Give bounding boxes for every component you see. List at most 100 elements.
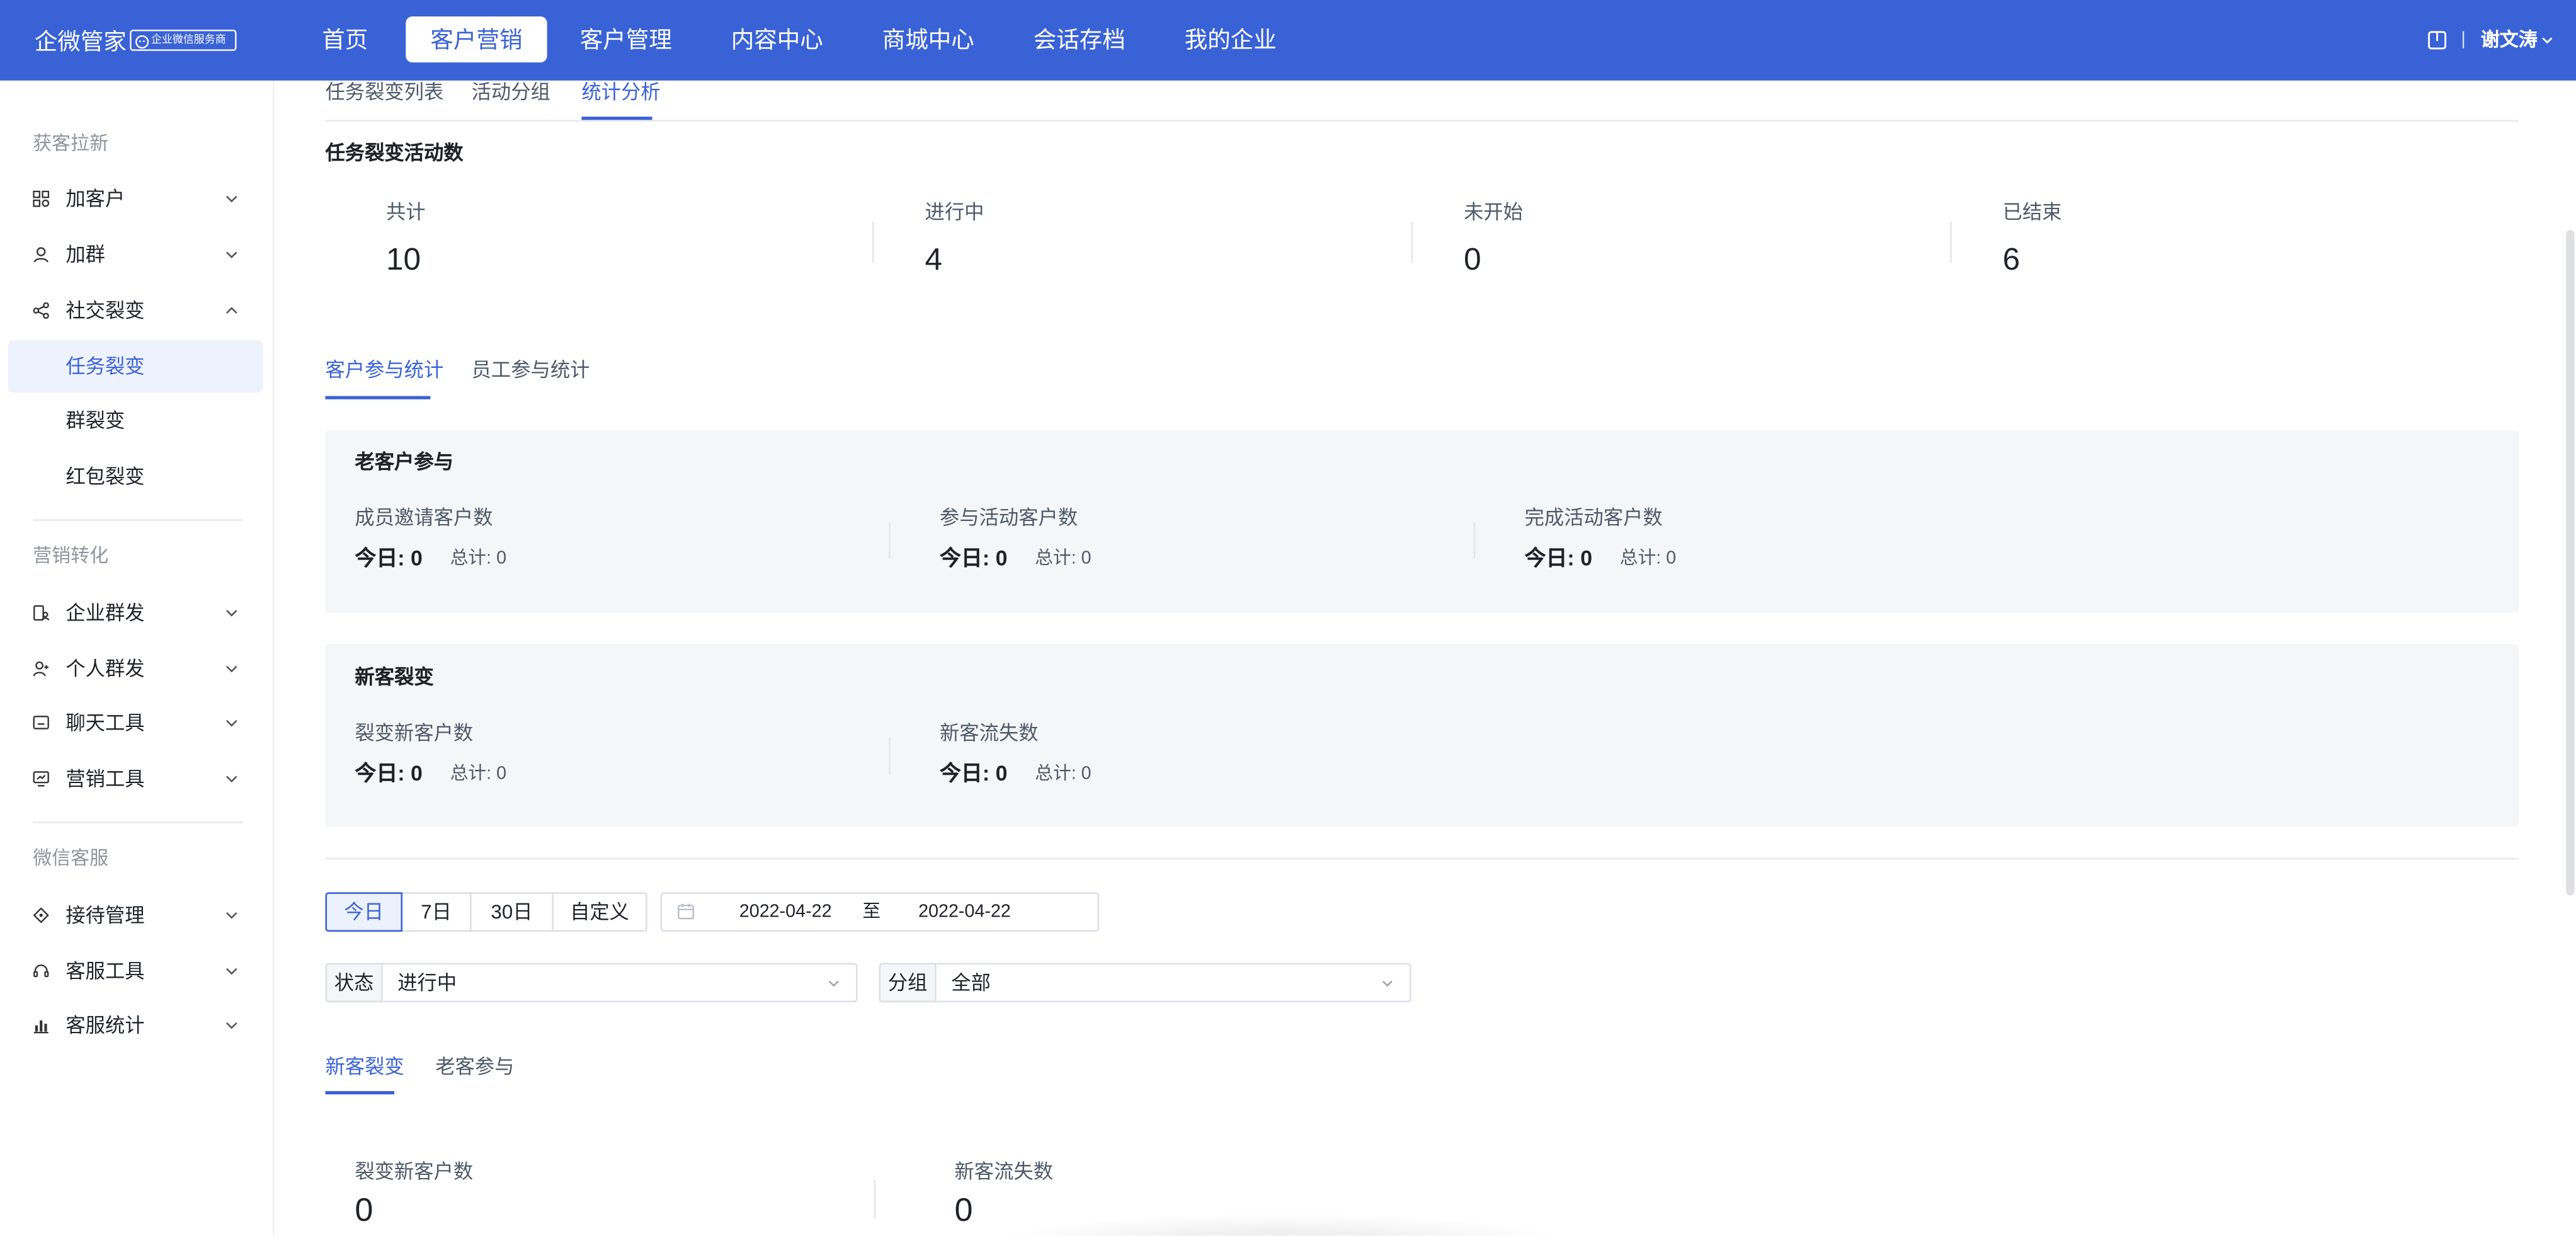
detail-stat-label: 新客流失数: [954, 1160, 1054, 1184]
sidebar-item-marketing-tools[interactable]: 营销工具: [8, 753, 263, 805]
metric-total: 总计: 0: [1035, 549, 1091, 569]
metric-total: 总计: 0: [450, 764, 507, 784]
chevron-up-icon: [226, 307, 237, 314]
detail-stat-divider: [874, 1179, 876, 1220]
user-separator: |: [2461, 29, 2466, 50]
chat-tool-icon: [33, 716, 49, 730]
nav-home[interactable]: 首页: [305, 16, 384, 62]
metric-today: 今日: 0: [355, 760, 423, 786]
nav-my-enterprise[interactable]: 我的企业: [1160, 16, 1301, 62]
status-select-value: 进行中: [397, 971, 457, 995]
status-select[interactable]: 进行中: [382, 963, 858, 1003]
tab-customer-participation[interactable]: 客户参与统计: [325, 357, 443, 383]
top-navbar: 企微管家 企业微信服务商 首页 客户营销 客户管理 内容中心 商城中心 会话存档…: [0, 0, 2576, 81]
sidebar-item-label: 聊天工具: [66, 711, 145, 735]
headset-icon: [33, 964, 49, 978]
user-name[interactable]: 谢文涛: [2481, 28, 2538, 54]
badge-text: 企业微信服务商: [151, 34, 226, 47]
sidebar-item-enterprise-broadcast[interactable]: 企业群发: [8, 587, 263, 639]
app-logo-title[interactable]: 企微管家: [35, 25, 127, 57]
range-7d-button[interactable]: 7日: [401, 892, 472, 932]
sidebar-item-label: 企业群发: [66, 601, 145, 625]
sidebar-item-service-tools[interactable]: 客服工具: [8, 945, 263, 997]
sidebar-item-add-group[interactable]: 加群: [8, 229, 263, 281]
metric-label: 成员邀请客户数: [355, 506, 493, 529]
wecom-icon: [135, 34, 149, 48]
grid-icon: [33, 190, 50, 207]
stat-value: 4: [925, 243, 943, 278]
stat-value: 6: [2002, 243, 2020, 278]
sidebar-item-add-customer[interactable]: 加客户: [8, 173, 263, 225]
sidebar-subitem-red-packet-fission[interactable]: 红包裂变: [8, 450, 263, 503]
metric-label: 完成活动客户数: [1524, 506, 1663, 529]
sidebar-item-social-fission[interactable]: 社交裂变: [8, 284, 263, 336]
metric-label: 裂变新客户数: [355, 721, 474, 745]
metric-divider: [1473, 522, 1476, 559]
sidebar-item-label: 接待管理: [66, 903, 145, 927]
activity-summary-title: 任务裂变活动数: [325, 141, 464, 164]
sidebar-section-title: 营销转化: [33, 547, 109, 567]
group-select-value: 全部: [951, 971, 991, 995]
chevron-down-icon: [226, 719, 237, 727]
metric-total: 总计: 0: [1035, 764, 1091, 784]
date-range-separator: 至: [862, 902, 881, 922]
nav-customer-marketing[interactable]: 客户营销: [406, 16, 547, 63]
sidebar-item-reception-management[interactable]: 接待管理: [8, 889, 263, 941]
chevron-down-icon: [1382, 980, 1393, 987]
tab-task-fission-list[interactable]: 任务裂变列表: [325, 79, 443, 105]
stat-value: 0: [1464, 243, 1481, 278]
range-30d-button[interactable]: 30日: [470, 892, 554, 932]
sidebar-item-label: 任务裂变: [66, 355, 145, 378]
metric-divider: [889, 738, 891, 774]
vertical-scrollbar-thumb[interactable]: [2566, 230, 2575, 896]
sidebar-item-label: 营销工具: [66, 767, 145, 791]
stat-divider: [1411, 222, 1413, 263]
tab-statistics[interactable]: 统计分析: [581, 79, 660, 105]
chevron-down-icon: [226, 610, 237, 617]
sidebar-item-label: 客服工具: [66, 959, 145, 983]
tab-activity-groups[interactable]: 活动分组: [472, 79, 550, 105]
sidebar-item-chat-tools[interactable]: 聊天工具: [8, 697, 263, 749]
nav-session-archive[interactable]: 会话存档: [1009, 16, 1150, 62]
tab-old-customer-participation[interactable]: 老客参与: [435, 1053, 514, 1080]
date-end-field[interactable]: 2022-04-22: [918, 894, 1011, 930]
sidebar-divider: [33, 821, 244, 823]
nav-mall-center[interactable]: 商城中心: [858, 16, 999, 62]
range-today-button[interactable]: 今日: [325, 892, 403, 932]
metric-today: 今日: 0: [940, 760, 1008, 786]
sidebar-subitem-task-fission[interactable]: 任务裂变: [8, 340, 263, 393]
metric-label: 新客流失数: [940, 721, 1039, 745]
tab-staff-participation[interactable]: 员工参与统计: [472, 357, 590, 383]
chevron-down-icon: [226, 251, 237, 259]
bar-chart-icon: [33, 1020, 48, 1034]
stat-divider: [872, 222, 874, 263]
metric-label: 参与活动客户数: [940, 506, 1078, 529]
sidebar-item-service-statistics[interactable]: 客服统计: [8, 999, 263, 1051]
stat-label: 进行中: [925, 200, 984, 224]
date-start-field[interactable]: 2022-04-22: [739, 894, 832, 930]
chevron-down-icon: [226, 912, 237, 919]
metric-total: 总计: 0: [450, 549, 507, 569]
tag-icon: [33, 907, 49, 924]
section-divider: [325, 857, 2519, 860]
sidebar-subitem-group-fission[interactable]: 群裂变: [8, 394, 263, 447]
sidebar-item-personal-broadcast[interactable]: 个人群发: [8, 643, 263, 695]
sidebar-divider: [33, 519, 244, 521]
sidebar-item-label: 客服统计: [66, 1014, 145, 1037]
floating-panel-shadow: [986, 1213, 1578, 1236]
date-range-picker[interactable]: 2022-04-22 至 2022-04-22: [660, 892, 1100, 932]
nav-customer-management[interactable]: 客户管理: [556, 16, 697, 62]
book-icon[interactable]: [2427, 30, 2448, 51]
range-custom-button[interactable]: 自定义: [552, 892, 647, 932]
stat-divider: [1950, 222, 1952, 263]
stat-label: 未开始: [1464, 200, 1524, 224]
chevron-down-icon[interactable]: [2540, 33, 2555, 47]
nav-content-center[interactable]: 内容中心: [707, 16, 848, 62]
sidebar: 获客拉新 加客户 加群 社交裂变 任务裂变 群裂变 红包裂变 营销转化 企业群发…: [0, 80, 275, 1236]
tab-new-customer-fission[interactable]: 新客裂变: [325, 1053, 404, 1080]
group-select[interactable]: 全部: [936, 963, 1411, 1003]
old-customer-card: 老客户参与 成员邀请客户数 今日: 0 总计: 0 参与活动客户数 今日: 0 …: [325, 430, 2519, 613]
sidebar-item-label: 加群: [66, 243, 105, 266]
card-title: 新客裂变: [355, 665, 434, 689]
chevron-down-icon: [828, 980, 839, 987]
